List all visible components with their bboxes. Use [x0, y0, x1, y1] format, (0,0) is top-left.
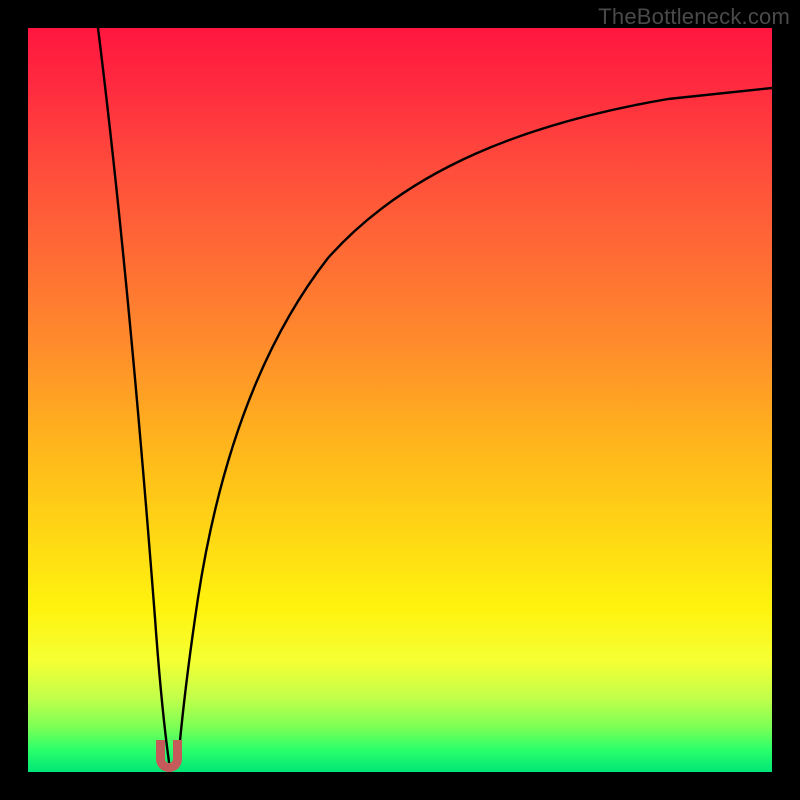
bottleneck-curve [28, 28, 772, 772]
chart-frame: TheBottleneck.com [0, 0, 800, 800]
curve-left-branch [98, 28, 169, 762]
curve-right-branch [178, 88, 772, 762]
watermark-text: TheBottleneck.com [598, 4, 790, 30]
plot-area [28, 28, 772, 772]
minimum-marker-icon [156, 740, 182, 772]
